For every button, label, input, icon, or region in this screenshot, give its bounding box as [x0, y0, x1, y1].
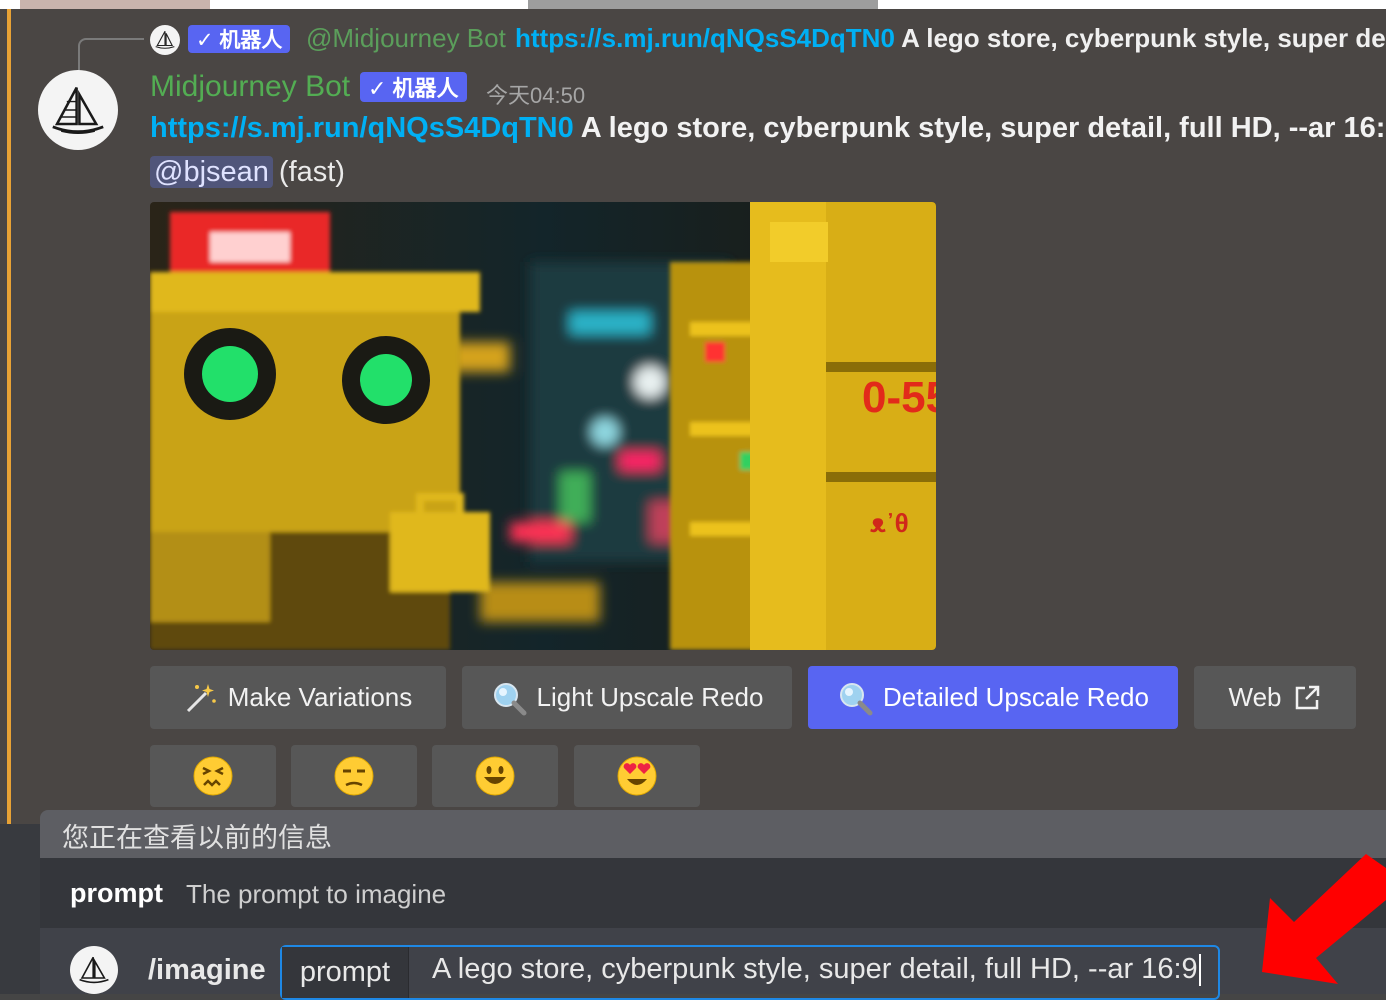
reply-avatar[interactable]: [150, 25, 180, 55]
command-option-hint[interactable]: prompt The prompt to imagine: [40, 858, 1386, 928]
viewing-older-messages-text: 您正在查看以前的信息: [62, 823, 332, 853]
prompt-link[interactable]: https://s.mj.run/qNQsS4DqTN0: [150, 112, 574, 144]
detailed-upscale-redo-button[interactable]: Detailed Upscale Redo: [808, 666, 1178, 729]
external-link-icon: [1292, 683, 1322, 713]
sidebar-edge: [0, 824, 40, 994]
reaction-unamused-button[interactable]: [291, 745, 417, 807]
reply-content[interactable]: https://s.mj.run/qNQsS4DqTN0 A lego stor…: [515, 23, 1386, 54]
reply-prompt-text: A lego store, cyberpunk style, super det…: [894, 23, 1386, 53]
reply-link[interactable]: https://s.mj.run/qNQsS4DqTN0: [515, 23, 895, 53]
reaction-heart-eyes-button[interactable]: [574, 745, 700, 807]
author-name[interactable]: Midjourney Bot: [150, 70, 350, 104]
sailboat-icon: [52, 87, 104, 134]
bot-badge: ✓ 机器人: [188, 25, 291, 53]
top-strip: [0, 0, 1386, 9]
avatar[interactable]: [38, 70, 118, 150]
top-strip-shape: [20, 0, 210, 9]
prompt-parameter-field[interactable]: prompt A lego store, cyberpunk style, su…: [280, 945, 1220, 1000]
lego-store-image: 0-55 ᴥ᾽θ: [150, 202, 936, 650]
unamused-face-icon: [334, 756, 374, 796]
web-label: Web: [1228, 682, 1282, 712]
mention-line: @bjsean (fast): [150, 156, 345, 189]
user-mention[interactable]: @bjsean: [150, 156, 273, 188]
smiley-face-icon: [475, 756, 515, 796]
message-content: https://s.mj.run/qNQsS4DqTN0 A lego stor…: [150, 112, 1386, 145]
viewing-older-messages-bar[interactable]: 您正在查看以前的信息: [40, 810, 1386, 858]
prompt-input[interactable]: A lego store, cyberpunk style, super det…: [432, 953, 1201, 987]
timestamp: 今天04:50: [486, 83, 586, 108]
light-upscale-redo-label: Light Upscale Redo: [536, 682, 764, 712]
reply-author[interactable]: @Midjourney Bot: [306, 23, 506, 54]
reaction-confounded-button[interactable]: [150, 745, 276, 807]
web-link-button[interactable]: Web: [1194, 666, 1356, 729]
prompt-text: A lego store, cyberpunk style, super det…: [573, 112, 1386, 144]
text-caret: [1198, 954, 1201, 987]
top-strip-shape: [528, 0, 878, 9]
bot-badge: ✓ 机器人: [360, 72, 467, 102]
magnifier-icon: [491, 680, 527, 716]
magic-wand-icon: [184, 681, 218, 715]
heart-eyes-face-icon: [617, 756, 657, 796]
sailboat-icon: [79, 956, 109, 984]
svg-text:ᴥ᾽θ: ᴥ᾽θ: [870, 508, 909, 538]
slash-command: /imagine: [148, 954, 266, 986]
option-description: The prompt to imagine: [186, 879, 447, 909]
annotation-arrow-icon: [1262, 854, 1386, 984]
confounded-face-icon: [193, 756, 233, 796]
reply-reference[interactable]: ✓ 机器人 @Midjourney Bot https://s.mj.run/q…: [78, 20, 1386, 84]
svg-text:0-55: 0-55: [862, 373, 936, 422]
parameter-name: prompt: [282, 947, 409, 998]
reaction-smiley-button[interactable]: [432, 745, 558, 807]
make-variations-label: Make Variations: [227, 682, 413, 712]
option-name: prompt: [70, 878, 163, 908]
message-input-row: /imagine prompt A lego store, cyberpunk …: [40, 928, 1386, 1000]
detailed-upscale-redo-label: Detailed Upscale Redo: [883, 682, 1149, 712]
light-upscale-redo-button[interactable]: Light Upscale Redo: [462, 666, 792, 729]
generated-image[interactable]: 0-55 ᴥ᾽θ: [150, 202, 936, 650]
command-app-avatar: [70, 946, 118, 994]
prompt-input-text: A lego store, cyberpunk style, super det…: [432, 953, 1198, 985]
sailboat-icon: [155, 30, 175, 49]
magnifier-icon: [837, 680, 873, 716]
speed-label: (fast): [278, 156, 345, 188]
make-variations-button[interactable]: Make Variations: [150, 666, 446, 729]
highlight-bar: [7, 9, 11, 824]
